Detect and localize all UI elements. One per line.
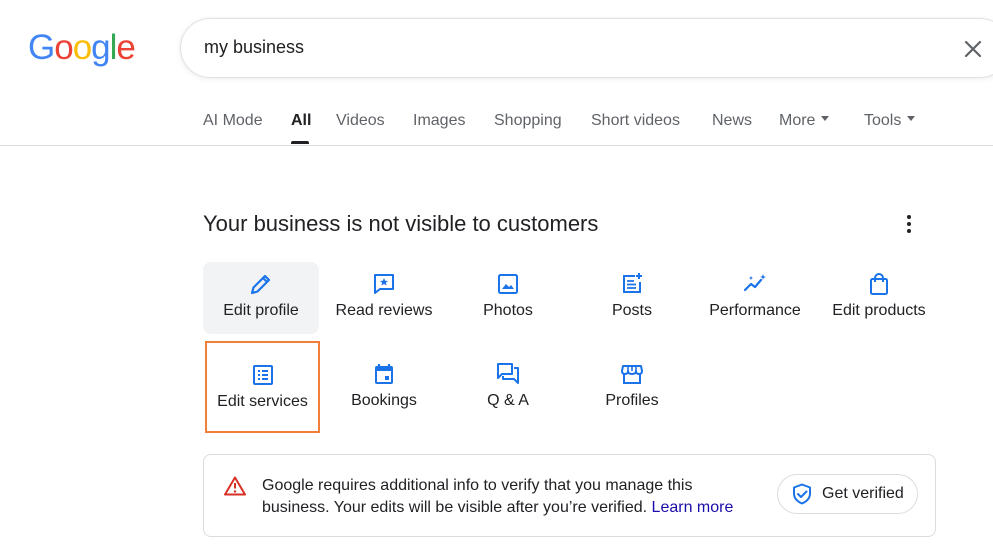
edit-services-label: Edit services bbox=[217, 393, 308, 410]
active-tab-indicator bbox=[291, 141, 309, 144]
logo-letter-g: G bbox=[28, 28, 55, 67]
kebab-dot-icon bbox=[907, 215, 911, 219]
list-alt-icon bbox=[251, 363, 275, 387]
more-options-button[interactable] bbox=[899, 210, 919, 238]
tab-short-videos[interactable]: Short videos bbox=[591, 112, 680, 130]
performance-button[interactable]: Performance bbox=[697, 262, 813, 334]
review-star-icon bbox=[372, 272, 396, 296]
tab-videos[interactable]: Videos bbox=[336, 112, 385, 130]
tab-shopping[interactable]: Shopping bbox=[494, 112, 562, 130]
pencil-icon bbox=[249, 272, 273, 296]
panel-title: Your business is not visible to customer… bbox=[203, 211, 599, 236]
sparkle-trend-icon bbox=[743, 272, 767, 296]
calendar-icon bbox=[372, 362, 396, 386]
logo-letter-e: e bbox=[116, 28, 135, 67]
notice-text: Google requires additional info to verif… bbox=[262, 475, 762, 519]
verified-shield-icon bbox=[793, 483, 811, 505]
header-divider bbox=[0, 145, 993, 146]
q-and-a-label: Q & A bbox=[487, 392, 529, 409]
q-and-a-button[interactable]: Q & A bbox=[450, 352, 566, 424]
learn-more-link[interactable]: Learn more bbox=[652, 499, 734, 516]
chevron-down-icon bbox=[907, 116, 916, 122]
get-verified-label: Get verified bbox=[822, 485, 904, 502]
tab-all[interactable]: All bbox=[291, 112, 311, 130]
logo-letter-g2: g bbox=[91, 28, 110, 67]
tab-news[interactable]: News bbox=[712, 112, 752, 130]
tab-tools[interactable]: Tools bbox=[864, 112, 916, 130]
photo-icon bbox=[496, 272, 520, 296]
photos-button[interactable]: Photos bbox=[450, 262, 566, 334]
read-reviews-button[interactable]: Read reviews bbox=[326, 262, 442, 334]
post-add-icon bbox=[620, 272, 644, 296]
profiles-label: Profiles bbox=[605, 392, 659, 409]
clear-search-button[interactable] bbox=[961, 35, 985, 63]
edit-profile-button[interactable]: Edit profile bbox=[203, 262, 319, 334]
posts-button[interactable]: Posts bbox=[574, 262, 690, 334]
verification-notice: Google requires additional info to verif… bbox=[203, 454, 936, 537]
shopping-bag-icon bbox=[867, 272, 891, 296]
bookings-button[interactable]: Bookings bbox=[326, 352, 442, 424]
tab-images[interactable]: Images bbox=[413, 112, 465, 130]
forum-icon bbox=[496, 362, 520, 386]
read-reviews-label: Read reviews bbox=[335, 302, 433, 319]
tab-tools-label: Tools bbox=[864, 112, 902, 129]
kebab-dot-icon bbox=[907, 229, 911, 233]
search-input[interactable] bbox=[204, 37, 904, 58]
tab-ai-mode[interactable]: AI Mode bbox=[203, 112, 263, 130]
tab-more-label: More bbox=[779, 112, 816, 129]
logo-letter-o1: o bbox=[54, 28, 73, 67]
posts-label: Posts bbox=[611, 302, 652, 319]
notice-message: Google requires additional info to verif… bbox=[262, 477, 693, 516]
edit-products-button[interactable]: Edit products bbox=[821, 262, 937, 334]
storefront-icon bbox=[620, 362, 644, 386]
bookings-label: Bookings bbox=[351, 392, 417, 409]
warning-icon bbox=[224, 476, 246, 496]
get-verified-button[interactable]: Get verified bbox=[777, 474, 918, 514]
tab-more[interactable]: More bbox=[779, 112, 830, 130]
edit-products-label: Edit products bbox=[832, 302, 926, 319]
kebab-dot-icon bbox=[907, 222, 911, 226]
search-box bbox=[180, 18, 993, 78]
photos-label: Photos bbox=[483, 302, 533, 319]
edit-services-button[interactable]: Edit services bbox=[205, 341, 320, 433]
logo-letter-l: l bbox=[109, 28, 118, 67]
close-icon bbox=[964, 40, 982, 58]
profiles-button[interactable]: Profiles bbox=[574, 352, 690, 424]
edit-profile-label: Edit profile bbox=[223, 302, 299, 319]
logo-letter-o2: o bbox=[72, 28, 92, 67]
chevron-down-icon bbox=[821, 116, 830, 122]
google-logo[interactable]: Google bbox=[28, 28, 136, 67]
performance-label: Performance bbox=[709, 302, 801, 319]
